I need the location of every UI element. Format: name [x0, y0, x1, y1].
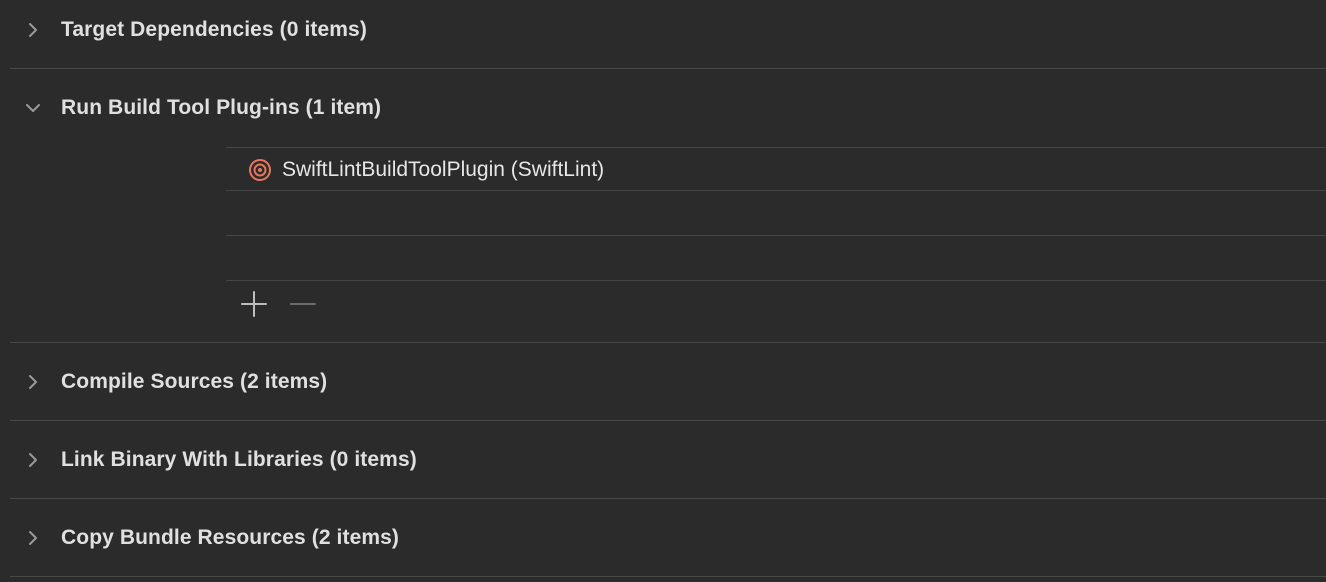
section-divider	[10, 68, 1326, 69]
chevron-right-icon[interactable]	[23, 372, 43, 392]
section-title: Target Dependencies (0 items)	[61, 18, 367, 41]
section-target-dependencies[interactable]: Target Dependencies (0 items)	[0, 8, 1326, 52]
chevron-down-icon[interactable]	[23, 98, 43, 118]
section-divider	[10, 576, 1326, 577]
section-title: Link Binary With Libraries (0 items)	[61, 448, 417, 471]
section-copy-bundle-resources[interactable]: Copy Bundle Resources (2 items)	[0, 516, 1326, 560]
table-row-divider	[226, 280, 1326, 281]
remove-plugin-button[interactable]	[287, 288, 319, 320]
chevron-right-icon[interactable]	[23, 20, 43, 40]
section-title: Run Build Tool Plug-ins (1 item)	[61, 96, 382, 119]
section-title: Copy Bundle Resources (2 items)	[61, 526, 400, 549]
section-divider	[10, 342, 1326, 343]
section-link-binary[interactable]: Link Binary With Libraries (0 items)	[0, 438, 1326, 482]
section-divider	[10, 498, 1326, 499]
plus-icon	[241, 291, 267, 317]
section-compile-sources[interactable]: Compile Sources (2 items)	[0, 360, 1326, 404]
section-run-build-tool-plugins[interactable]: Run Build Tool Plug-ins (1 item)	[0, 86, 1326, 130]
build-phases-pane: Target Dependencies (0 items) Run Build …	[0, 0, 1326, 582]
section-divider	[10, 420, 1326, 421]
add-plugin-button[interactable]	[238, 288, 270, 320]
minus-icon	[290, 303, 316, 305]
plugin-name: SwiftLintBuildToolPlugin (SwiftLint)	[282, 158, 605, 181]
section-title: Compile Sources (2 items)	[61, 370, 328, 393]
target-plugin-icon	[248, 158, 272, 182]
table-row[interactable]: SwiftLintBuildToolPlugin (SwiftLint)	[226, 148, 1326, 192]
chevron-right-icon[interactable]	[23, 450, 43, 470]
table-row-divider	[226, 235, 1326, 236]
chevron-right-icon[interactable]	[23, 528, 43, 548]
